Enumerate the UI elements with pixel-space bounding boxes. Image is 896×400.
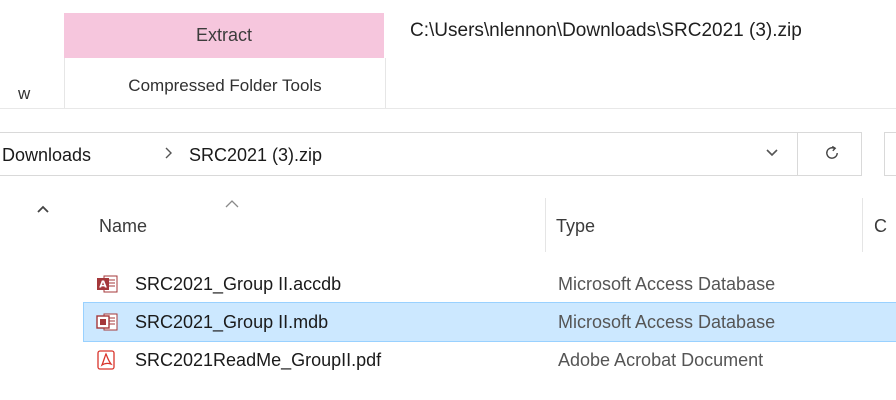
address-bar[interactable]: Downloads SRC2021 (3).zip	[0, 132, 862, 176]
breadcrumb-zip[interactable]: SRC2021 (3).zip	[189, 145, 322, 166]
file-name[interactable]: SRC2021_Group II.mdb	[135, 312, 328, 333]
column-divider[interactable]	[862, 198, 863, 252]
tab-extract-label: Extract	[195, 25, 252, 45]
file-list: A SRC2021_Group II.accdb Microsoft Acces…	[83, 265, 896, 379]
file-type: Microsoft Access Database	[558, 274, 776, 294]
sort-ascending-icon	[224, 196, 240, 208]
access-mdb-icon	[96, 312, 118, 332]
chevron-up-icon	[36, 201, 50, 219]
file-type: Adobe Acrobat Document	[558, 350, 764, 370]
breadcrumb-separator-icon[interactable]	[164, 145, 174, 166]
access-database-icon: A	[96, 274, 118, 294]
column-divider[interactable]	[545, 198, 546, 252]
column-header-compressed-size[interactable]: C	[874, 216, 887, 237]
nav-pane-scroll-up[interactable]	[34, 203, 52, 217]
file-name[interactable]: SRC2021ReadMe_GroupII.pdf	[135, 350, 381, 371]
svg-text:A: A	[99, 280, 107, 291]
file-row-selected[interactable]: SRC2021_Group II.mdb Microsoft Access Da…	[83, 302, 896, 342]
file-row[interactable]: A SRC2021_Group II.accdb Microsoft Acces…	[84, 265, 896, 303]
file-type: Microsoft Access Database	[558, 312, 776, 332]
column-header-type[interactable]: Type	[556, 216, 595, 237]
refresh-icon	[823, 144, 841, 167]
column-header-name[interactable]: Name	[99, 216, 147, 237]
file-row[interactable]: SRC2021ReadMe_GroupII.pdf Adobe Acrobat …	[84, 341, 896, 379]
ribbon-tab-view-partial[interactable]: w	[18, 84, 30, 104]
breadcrumb-downloads[interactable]: Downloads	[2, 145, 91, 166]
file-name[interactable]: SRC2021_Group II.accdb	[135, 274, 341, 295]
ribbon-divider	[0, 108, 896, 109]
window-title-path: C:\Users\nlennon\Downloads\SRC2021 (3).z…	[410, 20, 802, 41]
tab-extract[interactable]: Extract	[64, 13, 384, 58]
chevron-down-icon	[765, 145, 779, 163]
contextual-group-label: Compressed Folder Tools	[128, 76, 322, 95]
address-dropdown-button[interactable]	[762, 145, 782, 163]
refresh-button[interactable]	[820, 143, 844, 167]
pdf-icon	[96, 350, 118, 370]
address-divider	[797, 133, 798, 175]
search-box[interactable]	[884, 132, 896, 176]
contextual-tab-group: Compressed Folder Tools	[64, 58, 386, 108]
